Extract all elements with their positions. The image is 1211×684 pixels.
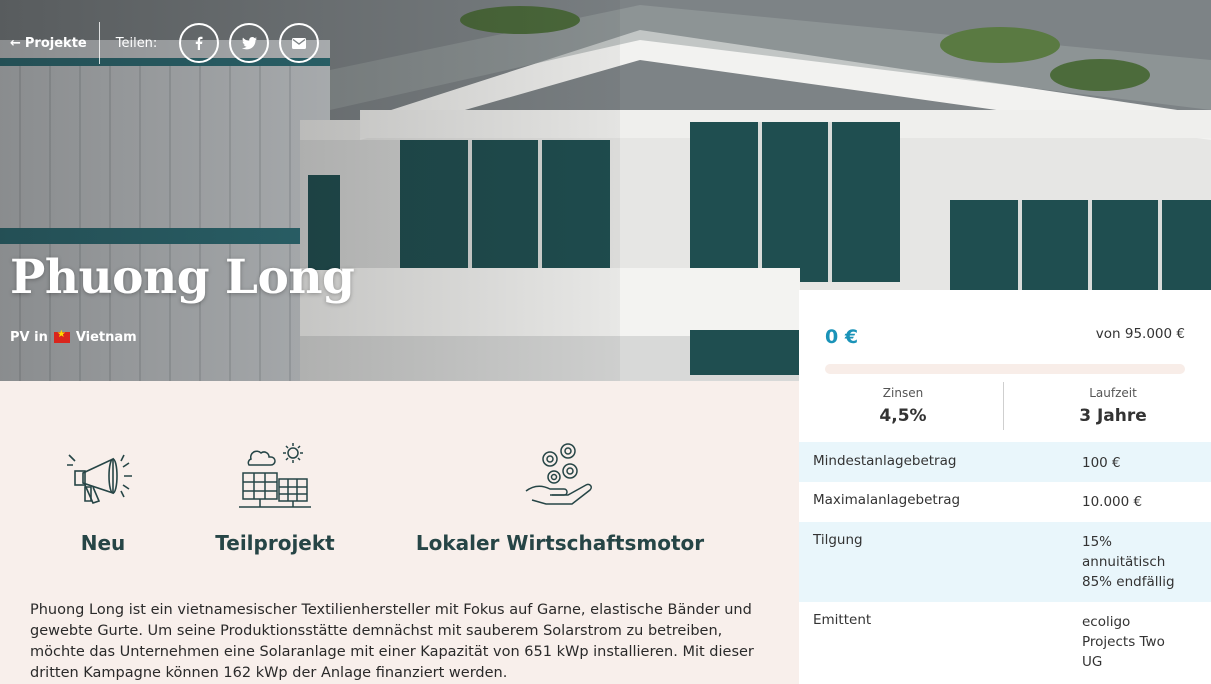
solar-panel-icon — [239, 443, 311, 508]
share-email-button[interactable] — [279, 23, 320, 63]
invested-amount: 0 € — [825, 326, 859, 348]
interest-stat: Zinsen 4,5% — [813, 386, 993, 426]
funding-progress-bar — [825, 364, 1185, 374]
detail-row-repayment: Tilgung 15% annuitätisch 85% endfällig — [799, 522, 1211, 602]
vietnam-flag-icon — [53, 329, 70, 343]
term-value: 3 Jahre — [1079, 406, 1147, 426]
feature-label: Lokaler Wirtschaftsmotor — [415, 531, 705, 555]
feature-subproject: Teilprojekt — [205, 439, 345, 555]
feature-label: Neu — [80, 531, 126, 555]
megaphone-icon — [67, 454, 132, 504]
hand-coins-icon — [525, 443, 592, 505]
stat-divider — [1003, 382, 1004, 430]
detail-key: Mindestanlagebetrag — [813, 453, 957, 469]
detail-row-min-investment: Mindestanlagebetrag 100 € — [799, 442, 1211, 482]
project-location: PV in Vietnam — [10, 329, 137, 345]
share-twitter-button[interactable] — [229, 23, 270, 63]
feature-label: Teilprojekt — [215, 531, 335, 555]
project-title: Phuong Long — [10, 250, 355, 305]
detail-value: 10.000 € — [1082, 494, 1143, 510]
term-stat: Laufzeit 3 Jahre — [1023, 386, 1203, 426]
detail-value-line: ecoligo — [1082, 614, 1131, 630]
detail-key: Maximalanlagebetrag — [813, 492, 961, 508]
technology-label: PV in — [10, 330, 48, 345]
back-link-label: Projekte — [24, 35, 87, 51]
detail-value-line: 85% endfällig — [1082, 574, 1175, 590]
share-facebook-button[interactable] — [179, 23, 220, 63]
detail-value: ecoligo Projects Two UG — [1082, 612, 1165, 672]
project-description: Phuong Long ist ein vietnamesischer Text… — [30, 602, 754, 681]
interest-value: 4,5% — [879, 406, 927, 426]
term-label: Laufzeit — [1089, 386, 1137, 400]
detail-value-line: annuitätisch — [1082, 554, 1166, 570]
detail-value: 100 € — [1082, 455, 1121, 471]
detail-key: Tilgung — [813, 532, 863, 548]
detail-value-line: Projects Two — [1082, 634, 1165, 650]
investment-card: 0 € von 95.000 € Zinsen 4,5% Laufzeit 3 … — [799, 290, 1211, 684]
topbar-divider — [98, 22, 100, 64]
detail-value-line: 15% — [1082, 534, 1113, 550]
detail-key: Emittent — [813, 612, 872, 628]
arrow-left-icon: ← — [10, 35, 21, 51]
detail-value-line: UG — [1082, 654, 1103, 670]
twitter-icon — [241, 36, 257, 49]
detail-row-issuer: Emittent ecoligo Projects Two UG — [799, 602, 1211, 684]
facebook-icon — [196, 36, 203, 50]
feature-local-economy: Lokaler Wirtschaftsmotor — [410, 439, 710, 555]
detail-value: 15% annuitätisch 85% endfällig — [1082, 532, 1175, 592]
feature-new: Neu — [48, 443, 158, 555]
share-label: Teilen: — [115, 35, 158, 51]
interest-label: Zinsen — [882, 386, 924, 400]
hero-topbar: ← Projekte Teilen: — [10, 22, 329, 64]
project-content: Neu Teilprojekt Lokaler Wirtschaftsmotor… — [0, 381, 800, 684]
funding-goal: von 95.000 € — [1095, 326, 1185, 342]
country-label: Vietnam — [75, 330, 137, 345]
back-to-projects-link[interactable]: ← Projekte — [10, 36, 87, 51]
email-icon — [292, 37, 307, 49]
detail-row-max-investment: Maximalanlagebetrag 10.000 € — [799, 482, 1211, 522]
